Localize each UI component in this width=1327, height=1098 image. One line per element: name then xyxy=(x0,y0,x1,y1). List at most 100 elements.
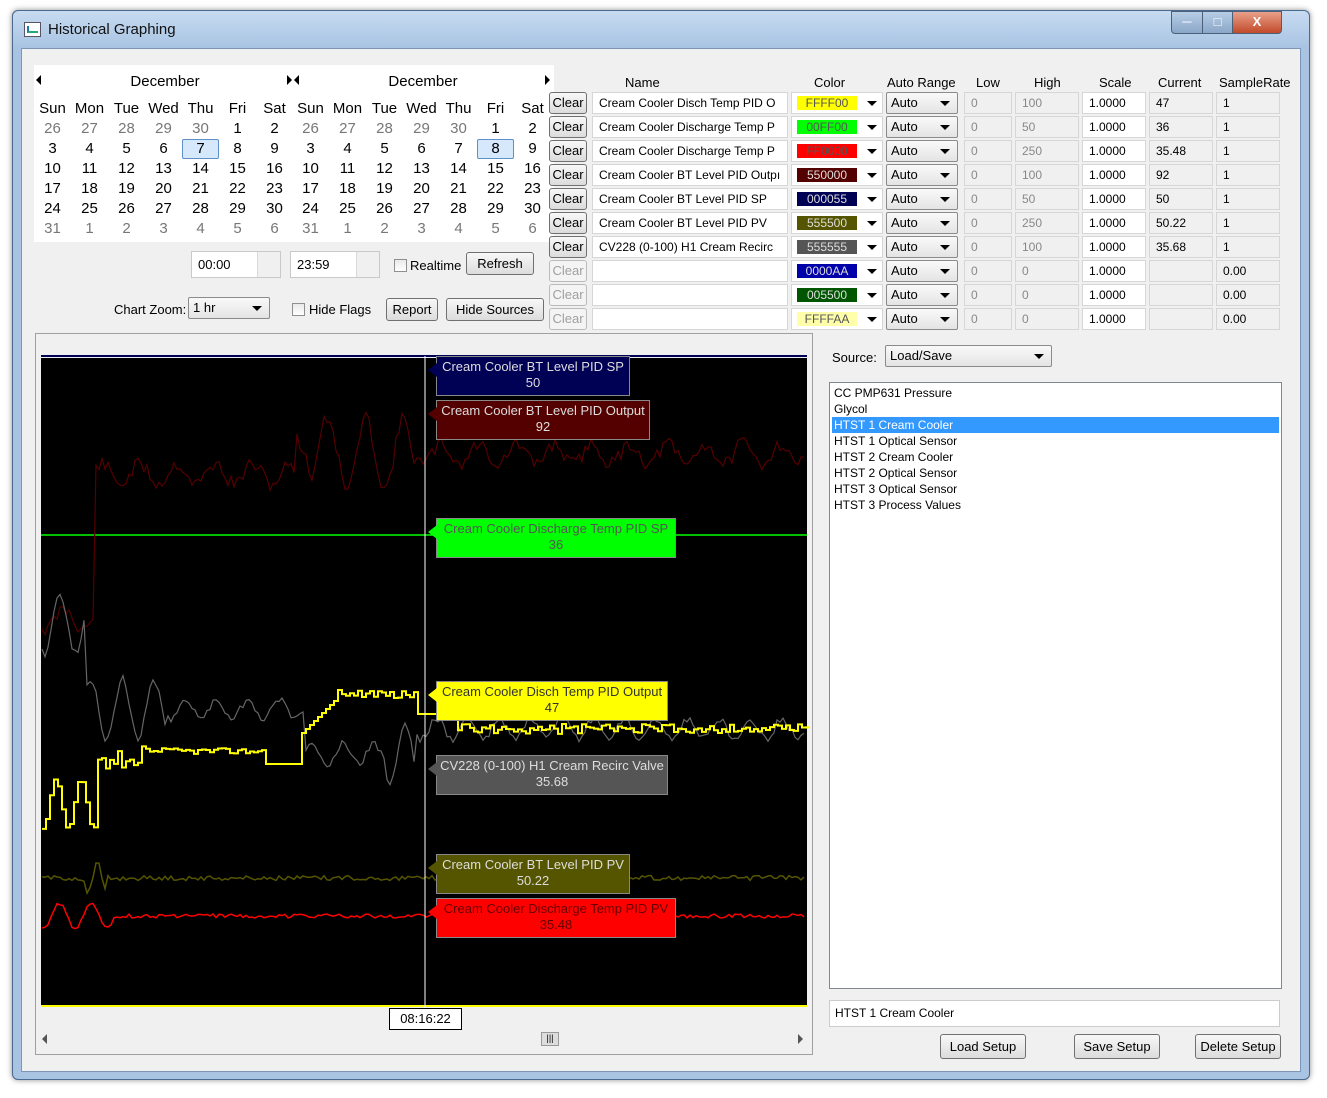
scale-field[interactable]: 1.0000 xyxy=(1082,116,1146,138)
calendar-day[interactable]: 6 xyxy=(403,139,440,159)
calendar-day[interactable]: 2 xyxy=(256,119,293,139)
scale-field[interactable]: 1.0000 xyxy=(1082,308,1146,330)
trend-chart[interactable] xyxy=(36,334,812,1054)
calendar-day[interactable]: 3 xyxy=(145,219,182,239)
source-list-item[interactable]: HTST 1 Cream Cooler xyxy=(832,417,1279,433)
calendar-day[interactable]: 30 xyxy=(514,199,551,219)
scale-field[interactable]: 1.0000 xyxy=(1082,92,1146,114)
calendar-day[interactable]: 30 xyxy=(256,199,293,219)
calendar-day[interactable]: 23 xyxy=(256,179,293,199)
calendar-day[interactable]: 30 xyxy=(182,119,219,139)
calendar-day[interactable]: 13 xyxy=(403,159,440,179)
calendar-day[interactable]: 22 xyxy=(477,179,514,199)
next-month-icon[interactable] xyxy=(545,75,550,85)
calendar-day[interactable]: 1 xyxy=(329,219,366,239)
calendar-day[interactable]: 31 xyxy=(34,219,71,239)
calendar-day[interactable]: 4 xyxy=(182,219,219,239)
calendar-day[interactable]: 26 xyxy=(292,119,329,139)
auto-range-select[interactable]: Auto xyxy=(886,308,958,330)
calendar-day[interactable]: 2 xyxy=(366,219,403,239)
save-setup-button[interactable]: Save Setup xyxy=(1074,1034,1160,1059)
calendar-day[interactable]: 18 xyxy=(329,179,366,199)
setup-name-input[interactable]: HTST 1 Cream Cooler xyxy=(829,1000,1280,1027)
calendar-day[interactable]: 15 xyxy=(219,159,256,179)
source-list[interactable]: CC PMP631 Pressure Glycol HTST 1 Cream Coo… xyxy=(829,382,1282,989)
chevron-down-icon[interactable] xyxy=(867,101,877,106)
calendar-day[interactable]: 20 xyxy=(145,179,182,199)
series-color-picker[interactable]: FFFF00 xyxy=(791,92,883,114)
auto-range-select[interactable]: Auto xyxy=(886,140,958,162)
chart-scrollbar[interactable]: ||| xyxy=(36,1030,810,1047)
start-date-calendar[interactable]: December Sun Mon Tue Wed Thu Fri Sat 26 27 28 29 30… xyxy=(34,65,296,242)
source-list-item[interactable]: Glycol xyxy=(832,401,1279,417)
scroll-left-icon[interactable] xyxy=(42,1034,47,1044)
chevron-down-icon[interactable] xyxy=(867,221,877,226)
chevron-down-icon[interactable] xyxy=(867,173,877,178)
close-button[interactable]: X xyxy=(1232,11,1282,34)
chevron-down-icon[interactable] xyxy=(867,317,877,322)
calendar-day[interactable]: 18 xyxy=(71,179,108,199)
chevron-down-icon[interactable] xyxy=(867,197,877,202)
source-list-item[interactable]: HTST 2 Optical Sensor xyxy=(832,465,1279,481)
calendar-day[interactable]: 10 xyxy=(292,159,329,179)
delete-setup-button[interactable]: Delete Setup xyxy=(1195,1034,1281,1059)
series-name-field[interactable]: Cream Cooler Discharge Temp P xyxy=(592,116,788,138)
calendar-day[interactable]: 5 xyxy=(219,219,256,239)
source-list-item[interactable]: HTST 3 Process Values xyxy=(832,497,1279,513)
title-bar[interactable]: Historical Graphing ─ □ X xyxy=(13,11,1309,47)
series-color-picker[interactable]: FF0000 xyxy=(791,140,883,162)
chart-zoom-select[interactable]: 1 hr xyxy=(188,297,270,319)
auto-range-select[interactable]: Auto xyxy=(886,116,958,138)
calendar-day[interactable]: 1 xyxy=(219,119,256,139)
clear-button[interactable]: Clear xyxy=(549,308,587,330)
clear-button[interactable]: Clear xyxy=(549,92,587,114)
series-color-picker[interactable]: 555555 xyxy=(791,236,883,258)
calendar-day[interactable]: 19 xyxy=(366,179,403,199)
calendar-day[interactable]: 26 xyxy=(366,199,403,219)
calendar-day[interactable]: 21 xyxy=(440,179,477,199)
calendar-day[interactable]: 3 xyxy=(403,219,440,239)
calendar-day[interactable]: 17 xyxy=(292,179,329,199)
report-button[interactable]: Report xyxy=(386,298,438,321)
calendar-day[interactable]: 25 xyxy=(71,199,108,219)
series-color-picker[interactable]: 555500 xyxy=(791,212,883,234)
scale-field[interactable]: 1.0000 xyxy=(1082,236,1146,258)
calendar-day[interactable]: 27 xyxy=(71,119,108,139)
calendar-day[interactable]: 15 xyxy=(477,159,514,179)
scale-field[interactable]: 1.0000 xyxy=(1082,260,1146,282)
calendar-day[interactable]: 5 xyxy=(477,219,514,239)
calendar-day[interactable]: 26 xyxy=(34,119,71,139)
calendar-day[interactable]: 28 xyxy=(366,119,403,139)
series-name-field[interactable]: Cream Cooler Disch Temp PID O xyxy=(592,92,788,114)
series-color-picker[interactable]: 00FF00 xyxy=(791,116,883,138)
calendar-day[interactable]: 9 xyxy=(514,139,551,159)
calendar-day[interactable]: 16 xyxy=(514,159,551,179)
calendar-day[interactable]: 27 xyxy=(403,199,440,219)
clear-button[interactable]: Clear xyxy=(549,260,587,282)
calendar-day[interactable]: 13 xyxy=(145,159,182,179)
calendar-day[interactable]: 19 xyxy=(108,179,145,199)
series-color-picker[interactable]: 550000 xyxy=(791,164,883,186)
calendar-day[interactable]: 27 xyxy=(145,199,182,219)
start-time-input[interactable]: 00:00 xyxy=(191,251,281,278)
clear-button[interactable]: Clear xyxy=(549,164,587,186)
calendar-day[interactable]: 28 xyxy=(108,119,145,139)
calendar-day[interactable]: 14 xyxy=(182,159,219,179)
calendar-day[interactable]: 4 xyxy=(440,219,477,239)
calendar-day[interactable]: 25 xyxy=(329,199,366,219)
calendar-day[interactable]: 1 xyxy=(71,219,108,239)
scroll-right-icon[interactable] xyxy=(798,1034,803,1044)
series-name-field[interactable] xyxy=(592,260,788,282)
load-setup-button[interactable]: Load Setup xyxy=(940,1034,1026,1059)
calendar-day[interactable]: 2 xyxy=(514,119,551,139)
calendar-day[interactable]: 11 xyxy=(329,159,366,179)
calendar-day[interactable]: 3 xyxy=(34,139,71,159)
auto-range-select[interactable]: Auto xyxy=(886,92,958,114)
source-select[interactable]: Load/Save xyxy=(885,345,1052,367)
calendar-day[interactable]: 24 xyxy=(34,199,71,219)
chevron-down-icon[interactable] xyxy=(867,149,877,154)
calendar-day[interactable]: 24 xyxy=(292,199,329,219)
calendar-day[interactable]: 11 xyxy=(71,159,108,179)
chevron-down-icon[interactable] xyxy=(867,245,877,250)
calendar-day[interactable]: 4 xyxy=(329,139,366,159)
